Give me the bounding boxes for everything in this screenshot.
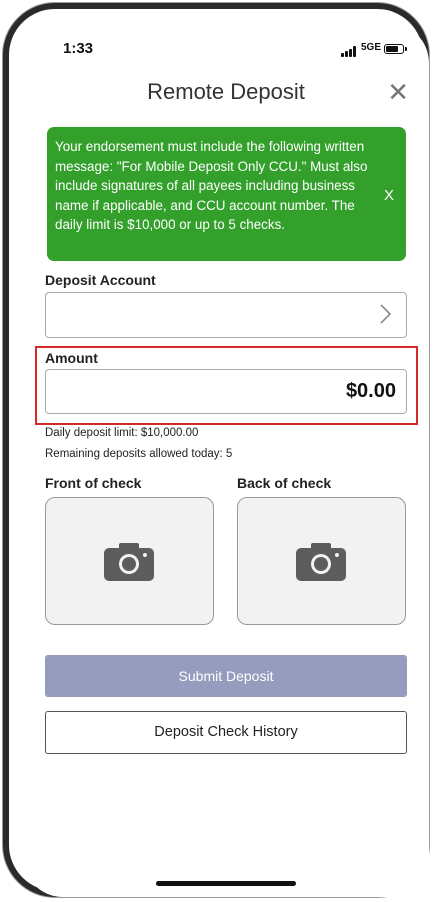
- remaining-deposits-text: Remaining deposits allowed today: 5: [45, 448, 233, 460]
- front-of-check-label: Front of check: [45, 475, 142, 491]
- signal-icon: [341, 46, 359, 57]
- back-of-check-capture[interactable]: [237, 497, 406, 625]
- home-indicator[interactable]: [156, 881, 296, 886]
- chevron-right-icon: [380, 304, 392, 324]
- status-bar: 1:33 5GE: [23, 23, 429, 69]
- status-time: 1:33: [63, 40, 94, 57]
- camera-icon: [296, 543, 346, 581]
- daily-limit-text: Daily deposit limit: $10,000.00: [45, 427, 199, 439]
- submit-deposit-button[interactable]: Submit Deposit: [45, 655, 407, 697]
- back-of-check-label: Back of check: [237, 475, 332, 491]
- banner-dismiss-button[interactable]: X: [384, 187, 394, 204]
- phone-frame: 1:33 5GE Remote Deposit ✕ Your endorseme…: [3, 3, 429, 897]
- page-title: Remote Deposit: [147, 79, 305, 104]
- deposit-check-history-button[interactable]: Deposit Check History: [45, 711, 407, 754]
- banner-message: Your endorsement must include the follow…: [55, 139, 368, 232]
- camera-icon: [104, 543, 154, 581]
- deposit-account-label: Deposit Account: [45, 272, 156, 288]
- battery-icon: [384, 44, 407, 54]
- endorsement-banner: Your endorsement must include the follow…: [47, 127, 406, 261]
- deposit-account-select[interactable]: [45, 292, 407, 338]
- front-of-check-capture[interactable]: [45, 497, 214, 625]
- phone-screen: 1:33 5GE Remote Deposit ✕ Your endorseme…: [23, 23, 429, 897]
- close-icon[interactable]: ✕: [387, 79, 409, 105]
- amount-highlight-box: [35, 346, 418, 425]
- network-type: 5GE: [361, 42, 382, 53]
